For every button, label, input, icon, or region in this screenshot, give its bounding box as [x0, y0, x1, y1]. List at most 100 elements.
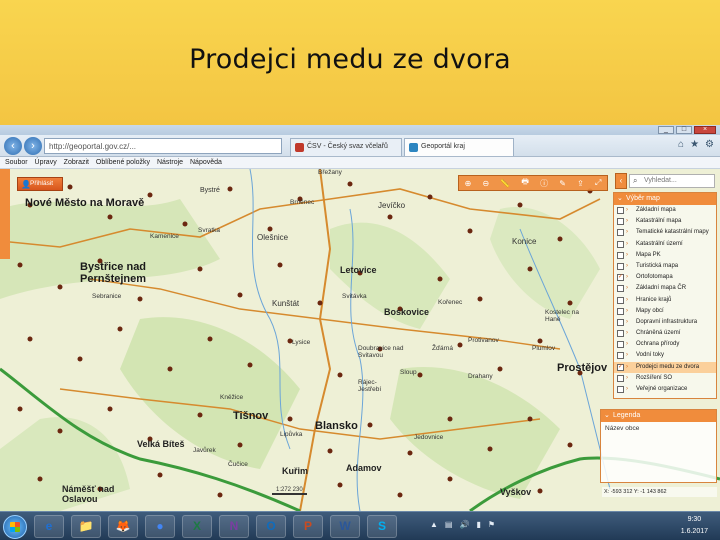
chevron-right-icon[interactable]: › [626, 339, 628, 350]
layer-checkbox[interactable] [617, 374, 624, 382]
layer-checkbox[interactable] [617, 207, 624, 214]
layer-checkbox[interactable] [617, 240, 624, 248]
layer-checkbox[interactable] [617, 386, 624, 393]
url-input[interactable]: http://geoportal.gov.cz/... [44, 138, 282, 154]
chevron-right-icon[interactable]: › [626, 306, 628, 317]
skype-icon[interactable]: S [367, 515, 397, 538]
excel-icon[interactable]: X [182, 515, 212, 538]
forward-icon[interactable]: › [24, 137, 42, 155]
chevron-right-icon[interactable]: › [626, 350, 628, 361]
chevron-right-icon[interactable]: › [626, 295, 628, 306]
chevron-right-icon[interactable]: › [626, 216, 628, 227]
layer-checkbox[interactable] [617, 262, 624, 270]
layer-row[interactable]: › Mapa PK [614, 250, 716, 261]
taskbar-clock[interactable]: 9:30 1.6.2017 [681, 514, 708, 538]
left-panel-strip[interactable] [0, 169, 10, 259]
menu-file[interactable]: Soubor [5, 157, 28, 169]
layer-checkbox[interactable] [617, 307, 624, 315]
chevron-right-icon[interactable]: › [626, 227, 628, 238]
zoom-in-icon[interactable]: ⊕ [465, 179, 472, 188]
chevron-right-icon[interactable]: › [626, 239, 628, 250]
menu-edit[interactable]: Úpravy [35, 157, 57, 169]
layer-row[interactable]: › Ochrana přírody [614, 339, 716, 350]
print-icon[interactable]: 🖶 [521, 176, 529, 190]
chevron-right-icon[interactable]: › [626, 384, 628, 395]
chevron-right-icon[interactable]: › [626, 250, 628, 261]
ie-icon[interactable]: e [34, 515, 64, 538]
menu-tools[interactable]: Nástroje [157, 157, 183, 169]
word-icon[interactable]: W [330, 515, 360, 538]
favorites-star-icon[interactable]: ★ [690, 139, 699, 150]
flag-icon[interactable]: ⚑ [488, 520, 495, 529]
menu-view[interactable]: Zobrazit [64, 157, 89, 169]
layer-row[interactable]: › Chráněná území [614, 328, 716, 339]
chevron-right-icon[interactable]: › [626, 317, 628, 328]
tab-geoportal[interactable]: Geoportál kraj [404, 138, 514, 156]
draw-icon[interactable]: ✎ [559, 179, 566, 188]
chrome-icon[interactable]: ● [145, 515, 175, 538]
tab-csv[interactable]: ČSV - Český svaz včelařů [290, 138, 402, 156]
layers-panel-header[interactable]: ⌄ Výběr map [614, 193, 716, 205]
onenote-icon[interactable]: N [219, 515, 249, 538]
share-icon[interactable]: ⇪ [577, 179, 584, 188]
close-icon[interactable]: × [694, 126, 716, 134]
search-toggle-icon[interactable]: ‹ [615, 173, 627, 189]
back-icon[interactable]: ‹ [4, 137, 22, 155]
layer-checkbox[interactable]: ✓ [617, 274, 624, 282]
maximize-icon[interactable]: □ [676, 126, 692, 134]
layer-checkbox[interactable] [617, 251, 624, 259]
chevron-right-icon[interactable]: › [626, 373, 628, 384]
search-input[interactable]: ⌕ Vyhledat... [629, 174, 715, 188]
layer-row[interactable]: › Katastrální mapa [614, 216, 716, 227]
chevron-right-icon[interactable]: › [626, 362, 628, 373]
menu-help[interactable]: Nápověda [190, 157, 222, 169]
layer-row[interactable]: › Rozšíření SO [614, 373, 716, 384]
zoom-out-icon[interactable]: ⊖ [482, 179, 489, 188]
menu-favorites[interactable]: Oblíbené položky [96, 157, 150, 169]
home-icon[interactable]: ⌂ [678, 139, 684, 150]
volume-icon[interactable]: 🔊 [459, 520, 469, 529]
battery-icon[interactable]: ▮ [476, 520, 480, 529]
chevron-right-icon[interactable]: › [626, 283, 628, 294]
layer-row[interactable]: › Vodní toky [614, 350, 716, 361]
layer-row[interactable]: › Hranice krajů [614, 295, 716, 306]
login-button[interactable]: 👤 Přihlásit [17, 177, 63, 191]
map-view[interactable]: Nové Město na Moravě Bystřice nad Pernšt… [0, 169, 720, 511]
chevron-right-icon[interactable]: › [626, 261, 628, 272]
layer-row[interactable]: › Turistická mapa [614, 261, 716, 272]
layer-checkbox[interactable] [617, 352, 624, 360]
layer-row[interactable]: › Dopravní infrastruktura [614, 317, 716, 328]
outlook-icon[interactable]: O [256, 515, 286, 538]
layer-checkbox[interactable]: ✓ [617, 363, 624, 371]
firefox-icon[interactable]: 🦊 [108, 515, 138, 538]
powerpoint-icon[interactable]: P [293, 515, 323, 538]
layer-row[interactable]: › Mapy obcí [614, 306, 716, 317]
layer-checkbox[interactable] [617, 218, 624, 226]
chevron-right-icon[interactable]: › [626, 205, 628, 216]
chevron-right-icon[interactable]: › [626, 272, 628, 283]
legend-panel-header[interactable]: ⌄ Legenda [601, 410, 716, 422]
start-button[interactable] [3, 515, 27, 539]
network-icon[interactable]: ▤ [445, 520, 453, 529]
measure-icon[interactable]: 📏 [500, 179, 510, 188]
info-icon[interactable]: ⓘ [540, 178, 548, 189]
chevron-right-icon[interactable]: › [626, 328, 628, 339]
layer-row[interactable]: › Katastrální území [614, 239, 716, 250]
layer-row[interactable]: ✓ › Prodejci medu ze dvora [614, 361, 716, 373]
explorer-folder-icon[interactable]: 📁 [71, 515, 101, 538]
layer-checkbox[interactable] [617, 341, 624, 349]
layer-checkbox[interactable] [617, 296, 624, 304]
settings-gear-icon[interactable]: ⚙ [705, 139, 714, 150]
layer-row[interactable]: ✓ › Ortofotomapa [614, 272, 716, 283]
minimize-icon[interactable]: _ [658, 126, 674, 134]
layer-checkbox[interactable] [617, 285, 624, 293]
layer-checkbox[interactable] [617, 318, 624, 326]
layer-row[interactable]: › Veřejné organizace [614, 384, 716, 395]
layer-row[interactable]: › Základní mapa ČR [614, 283, 716, 294]
layer-checkbox[interactable] [617, 229, 624, 237]
layer-row[interactable]: › Základní mapa [614, 205, 716, 216]
fullscreen-icon[interactable]: ⤢ [595, 178, 601, 188]
layer-row[interactable]: › Tematické katastrální mapy [614, 227, 716, 238]
tray-arrow-icon[interactable]: ▲ [430, 520, 438, 529]
layer-checkbox[interactable] [617, 330, 624, 338]
